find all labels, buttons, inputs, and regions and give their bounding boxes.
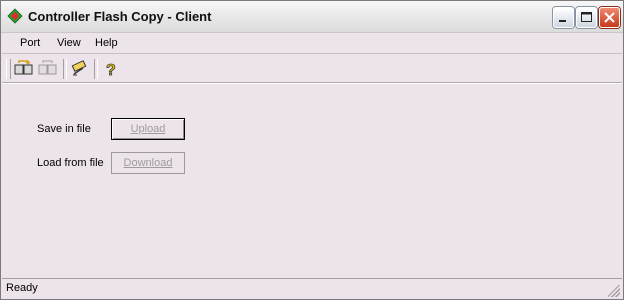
maximize-button[interactable] xyxy=(576,7,597,28)
help-button[interactable]: ? xyxy=(100,59,122,80)
close-icon xyxy=(604,12,615,23)
load-label: Load from file xyxy=(37,157,104,169)
toolbar-grip[interactable] xyxy=(6,59,11,79)
app-icon xyxy=(7,8,23,24)
minimize-icon xyxy=(559,20,566,22)
toolbar-separator xyxy=(63,59,67,79)
status-text: Ready xyxy=(6,282,38,294)
svg-text:?: ? xyxy=(106,62,116,79)
main-panel: Save in file Upload Load from file Downl… xyxy=(2,84,622,276)
toolbar-separator xyxy=(94,59,98,79)
menu-help[interactable]: Help xyxy=(95,37,118,49)
help-icon: ? xyxy=(106,62,117,80)
menu-bar: Port View Help xyxy=(2,33,622,54)
minimize-button[interactable] xyxy=(553,7,574,28)
maximize-icon xyxy=(581,12,592,22)
settings-button[interactable] xyxy=(69,59,91,79)
menu-port[interactable]: Port xyxy=(20,37,40,49)
close-button[interactable] xyxy=(599,7,620,28)
menu-view[interactable]: View xyxy=(57,37,81,49)
save-label: Save in file xyxy=(37,123,91,135)
connect-icon xyxy=(14,60,33,75)
toolbar: ? xyxy=(2,55,622,83)
resize-grip[interactable] xyxy=(608,285,620,297)
title-bar[interactable]: Controller Flash Copy - Client xyxy=(1,1,623,33)
disconnect-icon xyxy=(38,60,57,75)
upload-button[interactable]: Upload xyxy=(111,118,185,140)
connect-button[interactable] xyxy=(13,59,35,79)
window-title: Controller Flash Copy - Client xyxy=(28,9,212,24)
status-bar: Ready xyxy=(2,278,622,299)
download-button[interactable]: Download xyxy=(111,152,185,174)
settings-icon xyxy=(71,60,87,76)
disconnect-button[interactable] xyxy=(37,59,59,79)
app-window: Controller Flash Copy - Client Port View… xyxy=(0,0,624,300)
